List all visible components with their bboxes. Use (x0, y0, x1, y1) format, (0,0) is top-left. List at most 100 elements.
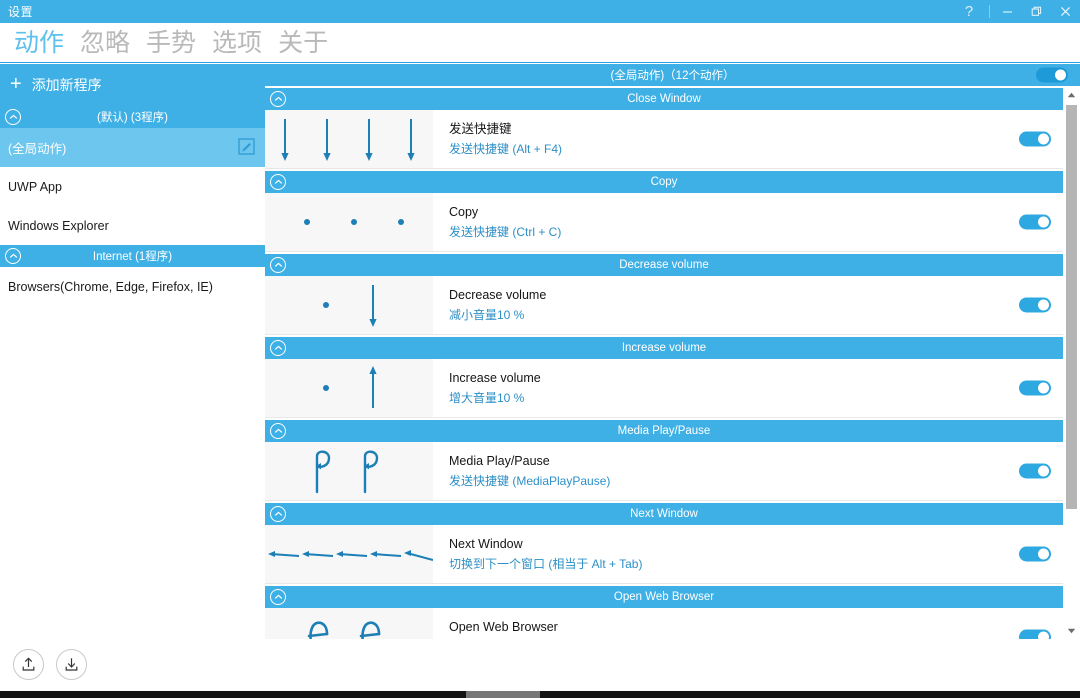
sidebar-group-header-default[interactable]: (默认) (3程序) (0, 106, 265, 128)
scroll-up-arrow-icon[interactable] (1063, 86, 1080, 103)
action-section-label: Close Window (627, 93, 701, 105)
toggle-knob (1055, 69, 1066, 81)
toggle-knob (1038, 299, 1049, 311)
action-toggle[interactable] (1019, 131, 1051, 147)
action-row[interactable]: Increase volume 增大音量10 % (265, 359, 1063, 418)
scrollbar-thumb[interactable] (1066, 105, 1077, 509)
taskbar-strip (0, 691, 1080, 698)
tab-about[interactable]: 关于 (278, 28, 328, 58)
import-button[interactable] (56, 649, 87, 680)
action-section-header-close-window[interactable]: Close Window (265, 88, 1063, 110)
action-text: Decrease volume 减小音量10 % (433, 276, 1063, 334)
window-controls: ? (952, 0, 1080, 23)
vertical-scrollbar[interactable] (1063, 86, 1080, 639)
chevron-up-icon[interactable] (270, 174, 286, 190)
sidebar-group-label: Internet (1程序) (92, 251, 173, 263)
action-section-header-open-web-browser[interactable]: Open Web Browser (265, 586, 1063, 608)
sidebar-item-browsers[interactable]: Browsers(Chrome, Edge, Firefox, IE) (0, 267, 265, 306)
action-text: Open Web Browser 打开本机默认设置的浏览器 (433, 608, 1063, 639)
action-row[interactable]: Open Web Browser 打开本机默认设置的浏览器 (265, 608, 1063, 639)
chevron-up-icon[interactable] (270, 506, 286, 522)
action-row[interactable]: Next Window 切换到下一个窗口 (相当于 Alt + Tab) (265, 525, 1063, 584)
action-section-label: Next Window (630, 508, 698, 520)
bottom-toolbar: 什么值得买 (0, 639, 1080, 691)
chevron-up-icon[interactable] (5, 248, 21, 264)
action-toggle[interactable] (1019, 214, 1051, 230)
tab-options[interactable]: 选项 (212, 28, 262, 58)
action-toggle[interactable] (1019, 546, 1051, 562)
action-title: Next Window (449, 537, 523, 551)
action-section-label: Increase volume (621, 342, 707, 354)
sidebar-item-label: Browsers(Chrome, Edge, Firefox, IE) (8, 279, 213, 294)
action-section-header-increase-volume[interactable]: Increase volume (265, 337, 1063, 359)
action-toggle[interactable] (1019, 463, 1051, 479)
action-description: 发送快捷键 (Alt + F4) (449, 142, 563, 156)
sidebar-group-header-internet[interactable]: Internet (1程序) (0, 245, 265, 267)
toggle-knob (1038, 465, 1049, 477)
plus-icon: + (10, 73, 22, 95)
sidebar-item-label: Windows Explorer (8, 218, 109, 233)
tab-actions[interactable]: 动作 (14, 28, 64, 58)
sidebar-item-label: UWP App (8, 179, 62, 194)
action-section-label: Copy (650, 176, 678, 188)
action-panel: (全局动作)（12个动作） Close Window 发送快捷键 发送快捷键 (… (265, 64, 1080, 639)
action-row[interactable]: Media Play/Pause 发送快捷键 (MediaPlayPause) (265, 442, 1063, 501)
gesture-dot-down-arrow-icon (265, 276, 433, 334)
close-button[interactable] (1051, 0, 1080, 23)
chevron-up-icon[interactable] (270, 91, 286, 107)
chevron-up-icon[interactable] (270, 423, 286, 439)
action-title: Increase volume (449, 371, 541, 385)
action-title: Open Web Browser (449, 620, 558, 634)
gesture-four-down-arrows-icon (265, 110, 433, 168)
chevron-up-icon[interactable] (5, 109, 21, 125)
action-section-header-decrease-volume[interactable]: Decrease volume (265, 254, 1063, 276)
minimize-button[interactable] (993, 0, 1022, 23)
gesture-three-dots-icon (265, 193, 433, 251)
sidebar-item-label: (全局动作) (8, 142, 67, 156)
action-section-label: Media Play/Pause (617, 425, 711, 437)
toggle-knob (1038, 631, 1049, 639)
action-panel-header-label: (全局动作)（12个动作） (610, 70, 735, 82)
action-section-header-media-play-pause[interactable]: Media Play/Pause (265, 420, 1063, 442)
action-text: Copy 发送快捷键 (Ctrl + C) (433, 193, 1063, 251)
action-title: Media Play/Pause (449, 454, 550, 468)
action-title: Decrease volume (449, 288, 547, 302)
window-controls-divider (989, 5, 990, 18)
action-row[interactable]: Copy 发送快捷键 (Ctrl + C) (265, 193, 1063, 252)
tab-bar: 动作 忽略 手势 选项 关于 (0, 23, 1080, 63)
action-row[interactable]: Decrease volume 减小音量10 % (265, 276, 1063, 335)
chevron-up-icon[interactable] (270, 340, 286, 356)
action-row[interactable]: 发送快捷键 发送快捷键 (Alt + F4) (265, 110, 1063, 169)
download-icon (63, 656, 80, 673)
action-section-header-next-window[interactable]: Next Window (265, 503, 1063, 525)
edit-icon[interactable] (238, 137, 255, 158)
action-title: Copy (449, 205, 479, 219)
action-description: 切换到下一个窗口 (相当于 Alt + Tab) (449, 557, 643, 571)
title-bar: 设置 ? (0, 0, 1080, 23)
maximize-button[interactable] (1022, 0, 1051, 23)
sidebar-item-uwp-app[interactable]: UWP App (0, 167, 265, 206)
export-button[interactable] (13, 649, 44, 680)
action-toggle[interactable] (1019, 380, 1051, 396)
tab-gestures[interactable]: 手势 (146, 28, 196, 58)
window-title: 设置 (8, 5, 34, 19)
panel-master-toggle[interactable] (1036, 67, 1068, 83)
sidebar-item-windows-explorer[interactable]: Windows Explorer (0, 206, 265, 245)
add-program-button[interactable]: + 添加新程序 (0, 64, 265, 106)
chevron-up-icon[interactable] (270, 589, 286, 605)
action-section-header-copy[interactable]: Copy (265, 171, 1063, 193)
sidebar-group-label: (默认) (3程序) (97, 112, 168, 124)
tab-ignore[interactable]: 忽略 (80, 28, 130, 58)
sidebar-item-global-actions[interactable]: (全局动作) (0, 128, 265, 167)
action-description: 增大音量10 % (449, 391, 525, 405)
toggle-knob (1038, 216, 1049, 228)
program-sidebar: + 添加新程序 (默认) (3程序) (全局动作) UWP App Window… (0, 64, 265, 639)
help-button[interactable]: ? (952, 0, 986, 23)
toggle-knob (1038, 382, 1049, 394)
scroll-down-arrow-icon[interactable] (1063, 622, 1080, 639)
action-toggle[interactable] (1019, 629, 1051, 639)
toggle-knob (1038, 133, 1049, 145)
chevron-up-icon[interactable] (270, 257, 286, 273)
action-toggle[interactable] (1019, 297, 1051, 313)
action-title: 发送快捷键 (449, 122, 512, 136)
